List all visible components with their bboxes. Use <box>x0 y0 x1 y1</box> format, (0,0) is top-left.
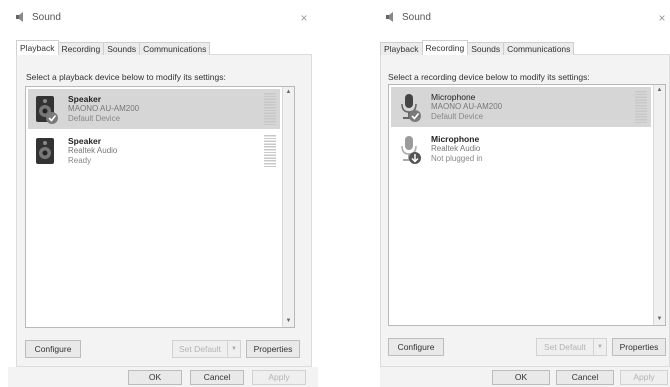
default-check-icon <box>409 110 421 122</box>
cancel-button[interactable]: Cancel <box>190 370 244 385</box>
tab-recording[interactable]: Recording <box>57 42 105 55</box>
apply-button[interactable]: Apply <box>252 370 306 385</box>
device-status: Ready <box>68 156 92 165</box>
device-status: Default Device <box>68 114 121 123</box>
window-title: Sound <box>32 12 61 23</box>
device-status: Default Device <box>431 112 484 121</box>
device-name: Speaker <box>68 94 102 104</box>
dialog-footer: OK Cancel Apply <box>8 367 318 387</box>
microphone-icon <box>401 94 421 122</box>
list-item-device[interactable]: Speaker MAONO AU-AM200 Default Device <box>28 89 280 129</box>
list-item-device[interactable]: Microphone Realtek Audio Not plugged in <box>391 129 651 169</box>
vertical-scrollbar[interactable]: ▲ ▼ <box>653 85 665 325</box>
tab-sounds[interactable]: Sounds <box>103 42 141 55</box>
configure-button[interactable]: Configure <box>25 340 81 358</box>
device-driver: Realtek Audio <box>68 146 118 155</box>
device-driver: Realtek Audio <box>431 144 481 153</box>
scroll-up-arrow-icon[interactable]: ▲ <box>654 85 665 96</box>
sound-dialog-playback: Sound × Playback Recording Sounds Commun… <box>8 0 318 387</box>
scroll-up-arrow-icon[interactable]: ▲ <box>283 87 294 98</box>
ok-button[interactable]: OK <box>128 370 182 385</box>
scroll-down-arrow-icon[interactable]: ▼ <box>283 316 294 327</box>
microphone-icon <box>401 136 421 164</box>
set-default-button[interactable]: Set Default <box>536 338 594 356</box>
tab-recording[interactable]: Recording <box>421 40 469 55</box>
configure-button[interactable]: Configure <box>388 338 444 356</box>
default-check-icon <box>46 112 58 124</box>
title-bar[interactable]: Sound × <box>378 0 670 34</box>
device-list[interactable]: Microphone MAONO AU-AM200 Default Device… <box>388 84 666 326</box>
instruction-text: Select a recording device below to modif… <box>388 72 590 82</box>
tab-sounds[interactable]: Sounds <box>467 42 505 55</box>
tab-strip: Playback Recording Sounds Communications <box>16 40 211 56</box>
set-default-button[interactable]: Set Default <box>172 340 228 358</box>
apply-button[interactable]: Apply <box>620 370 668 385</box>
set-default-dropdown-icon[interactable]: ▼ <box>227 340 241 358</box>
scroll-down-arrow-icon[interactable]: ▼ <box>654 314 665 325</box>
device-name: Speaker <box>68 136 102 146</box>
properties-button[interactable]: Properties <box>612 338 666 356</box>
device-status: Not plugged in <box>431 154 483 163</box>
device-driver: MAONO AU-AM200 <box>431 102 503 111</box>
tab-playback[interactable]: Playback <box>380 42 423 55</box>
device-name: Microphone <box>431 92 476 102</box>
close-button[interactable]: × <box>654 11 670 25</box>
sound-app-icon <box>16 12 23 22</box>
device-list[interactable]: Speaker MAONO AU-AM200 Default Device Sp… <box>25 86 295 328</box>
level-meter <box>264 93 276 125</box>
ok-button[interactable]: OK <box>492 370 550 385</box>
dialog-footer: OK Cancel Apply <box>380 367 670 387</box>
tab-playback[interactable]: Playback <box>16 40 59 55</box>
level-meter <box>264 135 276 167</box>
tab-strip: Playback Recording Sounds Communications <box>380 40 575 56</box>
instruction-text: Select a playback device below to modify… <box>26 72 226 82</box>
tab-communications[interactable]: Communications <box>503 42 575 55</box>
sound-app-icon <box>386 12 393 22</box>
title-bar[interactable]: Sound × <box>8 0 318 34</box>
properties-button[interactable]: Properties <box>246 340 300 358</box>
speaker-icon <box>36 96 58 124</box>
vertical-scrollbar[interactable]: ▲ ▼ <box>282 87 294 327</box>
device-driver: MAONO AU-AM200 <box>68 104 140 113</box>
device-name: Microphone <box>431 134 480 144</box>
set-default-dropdown-icon[interactable]: ▼ <box>593 338 607 356</box>
window-title: Sound <box>402 12 431 23</box>
list-item-device[interactable]: Speaker Realtek Audio Ready <box>28 131 280 171</box>
speaker-icon <box>36 138 54 164</box>
cancel-button[interactable]: Cancel <box>556 370 614 385</box>
close-button[interactable]: × <box>296 11 312 25</box>
sound-dialog-recording: Sound × Playback Recording Sounds Commun… <box>378 0 670 387</box>
level-meter <box>635 91 647 123</box>
list-item-device[interactable]: Microphone MAONO AU-AM200 Default Device <box>391 87 651 127</box>
tab-communications[interactable]: Communications <box>139 42 211 55</box>
